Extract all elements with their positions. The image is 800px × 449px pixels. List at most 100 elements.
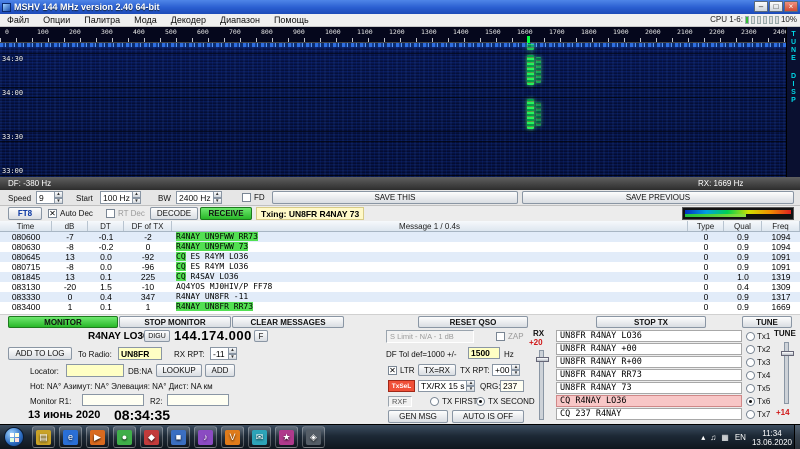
monitor-r2-input[interactable] <box>167 394 229 406</box>
bw-stepper[interactable]: 2400 Hz▲▼ <box>176 191 222 204</box>
taskbar-app-green-icon[interactable]: ● <box>113 426 136 448</box>
stop-tx-button[interactable]: STOP TX <box>596 316 706 328</box>
column-header-4[interactable]: DF of TX <box>124 221 172 231</box>
monitor-r1-input[interactable] <box>82 394 144 406</box>
taskbar-app-red-icon[interactable]: ◆ <box>140 426 163 448</box>
table-row[interactable]: 080715-80.0-96CQ ES R4YM LO3600.91091 <box>0 262 800 272</box>
rx-gain-slider[interactable] <box>539 350 544 420</box>
stop-monitor-button[interactable]: STOP MONITOR <box>119 316 231 328</box>
language-indicator[interactable]: EN <box>735 433 746 442</box>
decode-button[interactable]: DECODE <box>150 207 198 220</box>
save-previous-button[interactable]: SAVE PREVIOUS <box>522 191 794 204</box>
column-header-5[interactable]: Message 1 / 0.4s <box>172 221 688 231</box>
tx-message-6[interactable]: CQ R4NAY LO36 <box>556 395 742 407</box>
table-row[interactable]: 080600-7-0.1-2R4NAY UN9FWW RR7300.91094 <box>0 232 800 242</box>
tx-slot-radio-1[interactable]: Tx1 <box>746 330 772 342</box>
tx-message-4[interactable]: UN8FR R4NAY RR73 <box>556 369 742 381</box>
table-row[interactable]: 080645130.0-92CQ ES R4YM LO3600.91091 <box>0 252 800 262</box>
reset-qso-button[interactable]: RESET QSO <box>418 316 528 328</box>
table-row[interactable]: 08340010.11R4NAY UN8FR RR7300.91669 <box>0 302 800 312</box>
menu-item-6[interactable]: Диапазон <box>213 14 267 26</box>
decode-table[interactable]: 080600-7-0.1-2R4NAY UN9FWW RR7300.910940… <box>0 232 800 314</box>
auto-dec-checkbox[interactable]: ✕Auto Dec <box>48 209 93 218</box>
df-tol-input[interactable] <box>468 347 500 359</box>
mode-ft8-button[interactable]: FT8 <box>8 207 42 220</box>
tx-message-2[interactable]: UN8FR R4NAY +00 <box>556 343 742 355</box>
column-header-2[interactable]: dB <box>52 221 88 231</box>
tx-slot-radio-4[interactable]: Tx4 <box>746 369 772 381</box>
period-stepper[interactable]: TX/RX 15 s▲▼ <box>418 380 475 392</box>
tx-sel-button[interactable]: TxSeL <box>388 380 415 392</box>
save-this-button[interactable]: SAVE THIS <box>272 191 518 204</box>
close-button[interactable]: × <box>784 1 798 12</box>
tx-power-slider[interactable] <box>784 342 789 404</box>
column-header-8[interactable]: Freq <box>762 221 800 231</box>
tx-slider-handle[interactable] <box>781 351 794 356</box>
locator-input[interactable] <box>66 364 124 377</box>
rx-slider-handle[interactable] <box>536 357 549 362</box>
rx-rpt-stepper[interactable]: -11▲▼ <box>210 347 237 360</box>
menu-item-7[interactable]: Помощь <box>267 14 316 26</box>
tray-expand-icon[interactable]: ▴ <box>701 433 705 442</box>
tx-message-7[interactable]: CQ 237 R4NAY <box>556 408 742 420</box>
menu-item-3[interactable]: Палитра <box>77 14 127 26</box>
frequency-scale[interactable]: 0100200300400500600700800900100011001200… <box>0 27 800 43</box>
monitor-button[interactable]: MONITOR <box>8 316 118 328</box>
waterfall-side-panel[interactable]: T U N E D I S P <box>786 27 800 177</box>
tx-eq-rx-button[interactable]: TX=RX <box>418 364 456 376</box>
tx-message-3[interactable]: UN8FR R4NAY R+00 <box>556 356 742 368</box>
column-header-3[interactable]: DT <box>88 221 124 231</box>
speed-stepper[interactable]: 9▲▼ <box>36 191 63 204</box>
qrg-input[interactable] <box>500 380 524 392</box>
f-button[interactable]: F <box>254 330 268 342</box>
rt-dec-checkbox[interactable]: RT Dec <box>106 209 145 218</box>
taskbar-app-pink-icon[interactable]: ★ <box>275 426 298 448</box>
lookup-button[interactable]: LOOKUP <box>156 364 202 377</box>
clear-messages-button[interactable]: CLEAR MESSAGES <box>232 316 344 328</box>
tx-slot-radio-5[interactable]: Tx5 <box>746 382 772 394</box>
tx-message-5[interactable]: UN8FR R4NAY 73 <box>556 382 742 394</box>
taskbar-app-blue-icon[interactable]: ■ <box>167 426 190 448</box>
table-row[interactable]: 081845130.1225CQ R4SAV LO3601.01319 <box>0 272 800 282</box>
minimize-button[interactable]: – <box>754 1 768 12</box>
zap-checkbox[interactable]: ZAP <box>496 332 524 341</box>
gen-msg-button[interactable]: GEN MSG <box>388 410 448 423</box>
taskbar-browser-icon[interactable]: e <box>59 426 82 448</box>
fd-checkbox[interactable]: FD <box>242 193 265 202</box>
menu-item-4[interactable]: Мода <box>127 14 164 26</box>
table-row[interactable]: 080630-8-0.20R4NAY UN9FWW 7300.91094 <box>0 242 800 252</box>
maximize-button[interactable]: □ <box>769 1 783 12</box>
waterfall-display[interactable]: 34:3034:0033:3033:00 <box>0 43 786 177</box>
menu-item-2[interactable]: Опции <box>36 14 77 26</box>
taskbar-app-music-icon[interactable]: ♪ <box>194 426 217 448</box>
table-row[interactable]: 083130-201.5-10AQ4YOS MJ0HIV/P FF7800.41… <box>0 282 800 292</box>
to-radio-input[interactable] <box>118 347 162 360</box>
tx-rpt-stepper[interactable]: +00▲▼ <box>492 364 520 376</box>
taskbar-file-explorer-icon[interactable]: ▤ <box>32 426 55 448</box>
table-row[interactable]: 08333000.4347R4NAY UN8FR -1100.91317 <box>0 292 800 302</box>
tray-network-icon[interactable]: ▦ <box>721 433 729 442</box>
taskbar-vlc-icon[interactable]: V <box>221 426 244 448</box>
taskbar-clock[interactable]: 11:34 13.06.2020 <box>752 429 792 447</box>
menu-item-5[interactable]: Декодер <box>164 14 213 26</box>
title-bar[interactable]: MSHV 144 MHz version 2.40 64-bit – □ × <box>0 0 800 14</box>
receive-button[interactable]: RECEIVE <box>200 207 252 220</box>
tx-message-1[interactable]: UN8FR R4NAY LO36 <box>556 330 742 342</box>
ltr-checkbox[interactable]: ✕LTR <box>388 366 415 375</box>
taskbar-app-gray-icon[interactable]: ◈ <box>302 426 325 448</box>
start-button[interactable] <box>4 427 24 447</box>
menu-item-1[interactable]: Файл <box>0 14 36 26</box>
show-desktop-button[interactable] <box>794 425 800 449</box>
taskbar-media-player-icon[interactable]: ▶ <box>86 426 109 448</box>
tx-slot-radio-3[interactable]: Tx3 <box>746 356 772 368</box>
add-to-log-button[interactable]: ADD TO LOG <box>8 347 72 360</box>
start-stepper[interactable]: 100 Hz▲▼ <box>100 191 141 204</box>
column-header-7[interactable]: Qual <box>724 221 762 231</box>
tx-second-radio[interactable]: TX SECOND <box>476 397 535 406</box>
column-header-6[interactable]: Type <box>688 221 724 231</box>
tune-button[interactable]: TUNE <box>742 316 792 328</box>
column-header-1[interactable]: Time <box>0 221 52 231</box>
tray-volume-icon[interactable]: ♫ <box>710 433 716 442</box>
tx-slot-radio-7[interactable]: Tx7 <box>746 408 772 420</box>
auto-button[interactable]: AUTO IS OFF <box>452 410 524 423</box>
